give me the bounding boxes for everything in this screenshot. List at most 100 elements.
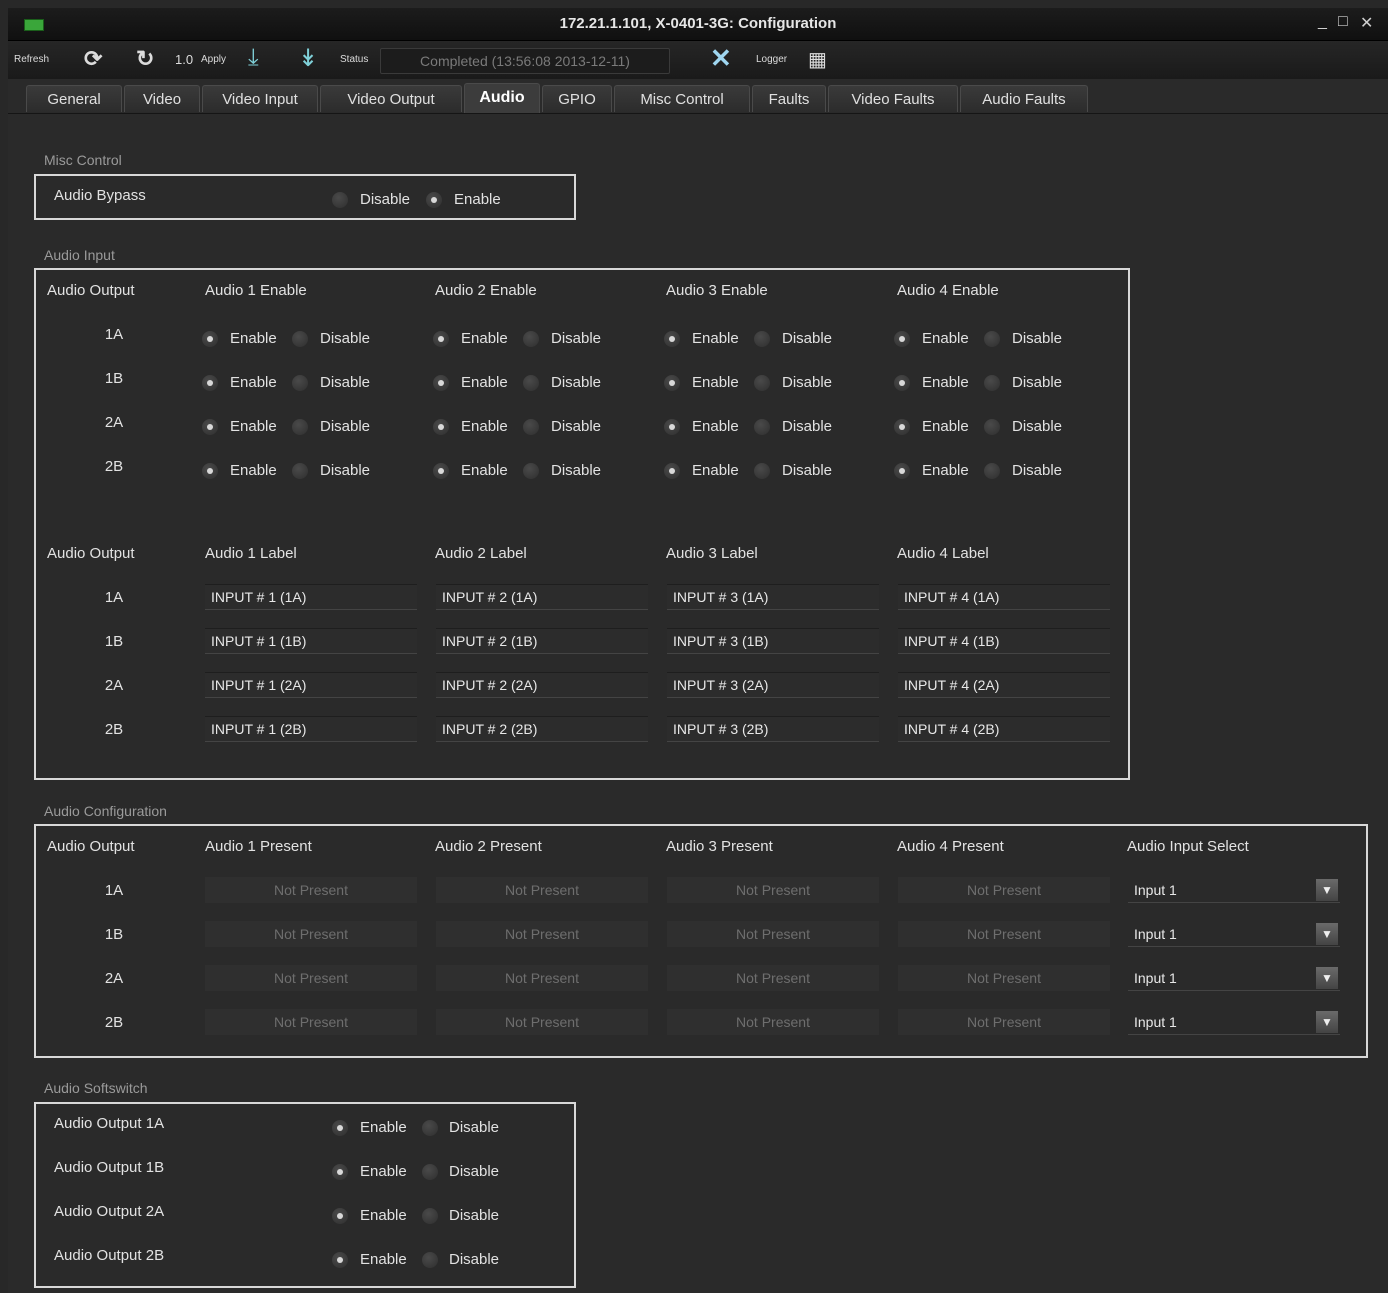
softswitch-enable-radio-1a[interactable]: [332, 1120, 348, 1136]
tab-video-faults[interactable]: Video Faults: [828, 85, 958, 112]
enable-radio-1a-audio1[interactable]: [202, 331, 218, 347]
chevron-down-icon[interactable]: ▼: [1316, 967, 1338, 989]
chevron-down-icon[interactable]: ▼: [1316, 1011, 1338, 1033]
label-field-2a-audio4[interactable]: INPUT # 4 (2A): [898, 672, 1110, 698]
label-field-2b-audio4[interactable]: INPUT # 4 (2B): [898, 716, 1110, 742]
disable-radio-1a-audio3[interactable]: [754, 331, 770, 347]
row-label-1a: 1A: [104, 326, 124, 343]
disable-radio-1a-audio2[interactable]: [523, 331, 539, 347]
audio-4-enable-header: Audio 4 Enable: [897, 282, 999, 299]
enable-radio-2b-audio4[interactable]: [894, 463, 910, 479]
tab-audio[interactable]: Audio: [464, 83, 540, 113]
disable-radio-1b-audio3[interactable]: [754, 375, 770, 391]
disable-radio-2b-audio4[interactable]: [984, 463, 1000, 479]
disable-radio-2b-audio2[interactable]: [523, 463, 539, 479]
enable-radio-2b-audio1[interactable]: [202, 463, 218, 479]
enable-text: Enable: [461, 462, 508, 479]
softswitch-disable-radio-2b[interactable]: [422, 1252, 438, 1268]
softswitch-enable-radio-2b[interactable]: [332, 1252, 348, 1268]
label-field-1b-audio2[interactable]: INPUT # 2 (1B): [436, 628, 648, 654]
audio-bypass-enable-radio[interactable]: [426, 192, 442, 208]
label-field-1a-audio4[interactable]: INPUT # 4 (1A): [898, 584, 1110, 610]
audio-output-header: Audio Output: [47, 545, 135, 562]
enable-radio-1b-audio1[interactable]: [202, 375, 218, 391]
label-field-1a-audio1[interactable]: INPUT # 1 (1A): [205, 584, 417, 610]
label-field-1a-audio2[interactable]: INPUT # 2 (1A): [436, 584, 648, 610]
input-select-1a[interactable]: Input 1 ▼: [1128, 877, 1340, 903]
chevron-down-icon[interactable]: ▼: [1316, 923, 1338, 945]
logger-icon[interactable]: ▦: [808, 47, 827, 72]
tab-faults[interactable]: Faults: [752, 85, 826, 112]
softswitch-disable-radio-1b[interactable]: [422, 1164, 438, 1180]
enable-radio-1b-audio3[interactable]: [664, 375, 680, 391]
disable-text: Disable: [551, 462, 602, 479]
label-field-1a-audio3[interactable]: INPUT # 3 (1A): [667, 584, 879, 610]
download-icon[interactable]: ⤓: [248, 44, 259, 72]
close-icon[interactable]: ✕: [1360, 13, 1373, 33]
input-select-value: Input 1: [1134, 1014, 1177, 1030]
present-status-2b-audio3: Not Present: [667, 1009, 879, 1035]
disable-radio-1a-audio1[interactable]: [292, 331, 308, 347]
input-select-2b[interactable]: Input 1 ▼: [1128, 1009, 1340, 1035]
disable-radio-1a-audio4[interactable]: [984, 331, 1000, 347]
apply-refresh-icon[interactable]: ↻: [136, 46, 154, 72]
softswitch-enable-radio-2a[interactable]: [332, 1208, 348, 1224]
chevron-down-icon[interactable]: ▼: [1316, 879, 1338, 901]
present-status-2a-audio3: Not Present: [667, 965, 879, 991]
refresh-icon[interactable]: ⟳: [84, 46, 102, 72]
enable-radio-2a-audio2[interactable]: [433, 419, 449, 435]
label-field-2b-audio3[interactable]: INPUT # 3 (2B): [667, 716, 879, 742]
enable-radio-1a-audio3[interactable]: [664, 331, 680, 347]
enable-radio-2a-audio3[interactable]: [664, 419, 680, 435]
softswitch-disable-radio-2a[interactable]: [422, 1208, 438, 1224]
minimize-icon[interactable]: _: [1318, 13, 1327, 31]
softswitch-enable-radio-1b[interactable]: [332, 1164, 348, 1180]
input-select-2a[interactable]: Input 1 ▼: [1128, 965, 1340, 991]
input-select-1b[interactable]: Input 1 ▼: [1128, 921, 1340, 947]
label-field-1b-audio1[interactable]: INPUT # 1 (1B): [205, 628, 417, 654]
label-field-1b-audio3[interactable]: INPUT # 3 (1B): [667, 628, 879, 654]
disable-radio-2a-audio1[interactable]: [292, 419, 308, 435]
maximize-icon[interactable]: □: [1338, 13, 1348, 31]
refresh-label: Refresh: [14, 54, 50, 65]
enable-radio-1a-audio4[interactable]: [894, 331, 910, 347]
tab-misc-control[interactable]: Misc Control: [614, 85, 750, 112]
disable-text: Disable: [449, 1163, 500, 1180]
label-field-2a-audio1[interactable]: INPUT # 1 (2A): [205, 672, 417, 698]
disable-radio-2b-audio3[interactable]: [754, 463, 770, 479]
softswitch-disable-radio-1a[interactable]: [422, 1120, 438, 1136]
label-field-1b-audio4[interactable]: INPUT # 4 (1B): [898, 628, 1110, 654]
disable-radio-2a-audio2[interactable]: [523, 419, 539, 435]
disable-radio-2a-audio4[interactable]: [984, 419, 1000, 435]
softswitch-label-2a: Audio Output 2A: [54, 1203, 165, 1220]
disable-radio-1b-audio2[interactable]: [523, 375, 539, 391]
label-field-2a-audio2[interactable]: INPUT # 2 (2A): [436, 672, 648, 698]
disable-text: Disable: [1012, 418, 1063, 435]
tab-audio-faults[interactable]: Audio Faults: [960, 85, 1088, 112]
enable-radio-1b-audio4[interactable]: [894, 375, 910, 391]
tab-gpio[interactable]: GPIO: [542, 85, 612, 112]
tab-video-output[interactable]: Video Output: [320, 85, 462, 112]
enable-radio-2a-audio4[interactable]: [894, 419, 910, 435]
disable-radio-1b-audio4[interactable]: [984, 375, 1000, 391]
tab-video[interactable]: Video: [124, 85, 200, 112]
input-select-value: Input 1: [1134, 926, 1177, 942]
label-field-2b-audio2[interactable]: INPUT # 2 (2B): [436, 716, 648, 742]
tab-video-input[interactable]: Video Input: [202, 85, 318, 112]
enable-radio-2b-audio3[interactable]: [664, 463, 680, 479]
disable-radio-2b-audio1[interactable]: [292, 463, 308, 479]
tab-general[interactable]: General: [26, 85, 122, 112]
download-all-icon[interactable]: ↡: [298, 44, 318, 73]
enable-radio-1a-audio2[interactable]: [433, 331, 449, 347]
label-field-2a-audio3[interactable]: INPUT # 3 (2A): [667, 672, 879, 698]
enable-radio-2b-audio2[interactable]: [433, 463, 449, 479]
toolbar: Refresh ⟳ ↻ 1.0 Apply ⤓ ↡ Status Complet…: [8, 41, 1388, 80]
audio-bypass-disable-radio[interactable]: [332, 192, 348, 208]
disable-radio-2a-audio3[interactable]: [754, 419, 770, 435]
label-field-2b-audio1[interactable]: INPUT # 1 (2B): [205, 716, 417, 742]
audio-input-select-header: Audio Input Select: [1127, 838, 1249, 855]
enable-radio-1b-audio2[interactable]: [433, 375, 449, 391]
disable-radio-1b-audio1[interactable]: [292, 375, 308, 391]
enable-radio-2a-audio1[interactable]: [202, 419, 218, 435]
cancel-x-icon[interactable]: ✕: [710, 43, 732, 74]
